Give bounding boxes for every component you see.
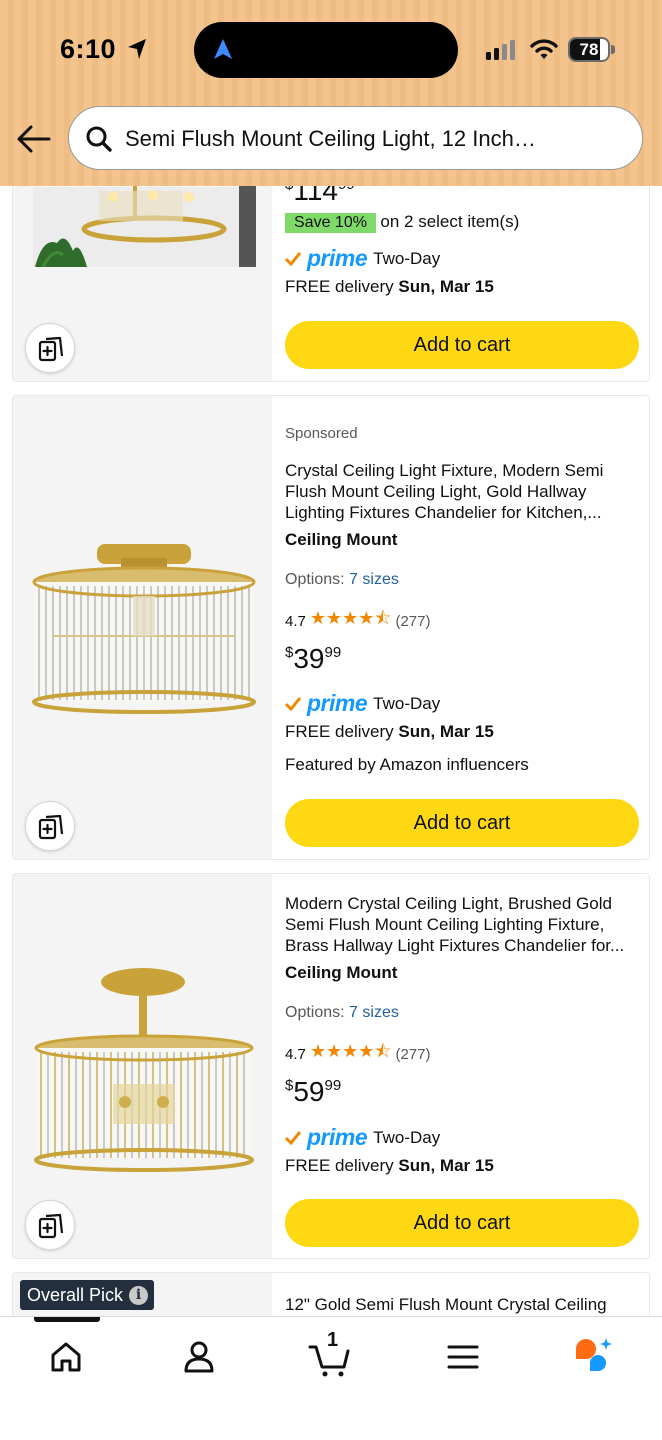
add-to-cart-button[interactable]: Add to cart bbox=[285, 799, 639, 847]
search-input[interactable]: Semi Flush Mount Ceiling Light, 12 Inch… bbox=[68, 106, 643, 170]
search-icon bbox=[86, 126, 112, 152]
product-title[interactable]: 12" Gold Semi Flush Mount Crystal Ceilin… bbox=[285, 1294, 625, 1315]
featured-label: Featured by Amazon influencers bbox=[285, 755, 529, 774]
product-options: Options: 7 sizes bbox=[285, 1004, 399, 1021]
prime-logo: prime bbox=[307, 1124, 368, 1150]
product-card[interactable]: Modern Crystal Ceiling Light, Brushed Go… bbox=[12, 873, 650, 1259]
prime-check-icon bbox=[285, 696, 301, 711]
wifi-icon bbox=[530, 39, 558, 59]
signal-icon bbox=[486, 40, 515, 60]
info-icon[interactable]: i bbox=[129, 1285, 149, 1305]
similar-items-icon bbox=[38, 814, 64, 840]
add-to-cart-button[interactable]: Add to cart bbox=[285, 1199, 639, 1247]
product-card[interactable]: Sponsored Crystal Ceiling Light Fixture,… bbox=[12, 395, 650, 860]
review-count: (277) bbox=[395, 612, 431, 630]
navigation-arrow-icon bbox=[214, 39, 232, 59]
add-to-cart-button[interactable]: Add to cart bbox=[285, 321, 639, 369]
product-options: Options: 7 sizes bbox=[285, 571, 399, 588]
product-price: $5999 bbox=[285, 1076, 342, 1107]
prime-speed: Two-Day bbox=[373, 693, 441, 713]
app-header: 6:10 78 Semi Flush Mount Ceiling Light, … bbox=[0, 0, 662, 186]
rating-row[interactable]: 4.7 ★★★★⯪ (277) bbox=[285, 606, 430, 636]
status-time: 6:10 bbox=[60, 34, 117, 64]
search-query: Semi Flush Mount Ceiling Light, 12 Inch… bbox=[125, 126, 536, 151]
overall-pick-badge: Overall Pick i bbox=[20, 1280, 155, 1310]
prime-row: prime Two-Day bbox=[285, 690, 440, 717]
star-rating-icon: ★★★★⯪ bbox=[309, 608, 392, 628]
prime-check-icon bbox=[285, 1130, 301, 1145]
rating-value: 4.7 bbox=[285, 612, 306, 630]
prime-speed: Two-Day bbox=[373, 248, 441, 268]
savings-row: Save 10% on 2 select item(s) bbox=[285, 212, 519, 233]
options-link[interactable]: 7 sizes bbox=[349, 1004, 399, 1021]
battery-percent: 78 bbox=[579, 40, 599, 59]
product-title[interactable]: Modern Crystal Ceiling Light, Brushed Go… bbox=[285, 893, 625, 956]
bottom-navigation: 1 bbox=[0, 1316, 662, 1440]
star-rating-icon: ★★★★⯪ bbox=[309, 1041, 392, 1061]
view-similar-button[interactable] bbox=[25, 1200, 75, 1250]
menu-icon[interactable] bbox=[441, 1335, 485, 1379]
prime-speed: Two-Day bbox=[373, 1127, 441, 1147]
prime-row: prime Two-Day bbox=[285, 1124, 440, 1151]
rating-value: 4.7 bbox=[285, 1045, 306, 1063]
product-image-area[interactable] bbox=[13, 396, 272, 859]
cart-nav-button[interactable]: 1 bbox=[308, 1329, 352, 1379]
account-icon[interactable] bbox=[177, 1335, 221, 1379]
options-link[interactable]: 7 sizes bbox=[349, 571, 399, 588]
battery-icon: 78 bbox=[568, 37, 616, 62]
home-icon[interactable] bbox=[44, 1335, 88, 1379]
location-arrow-icon bbox=[128, 39, 146, 59]
product-price: $3999 bbox=[285, 643, 342, 674]
prime-row: prime Two-Day bbox=[285, 245, 440, 272]
view-similar-button[interactable] bbox=[25, 323, 75, 373]
rufus-icon[interactable] bbox=[572, 1335, 616, 1379]
similar-items-icon bbox=[38, 336, 64, 362]
prime-logo: prime bbox=[307, 690, 368, 716]
active-tab-indicator bbox=[34, 1317, 100, 1322]
review-count: (277) bbox=[395, 1045, 431, 1063]
save-text: on 2 select item(s) bbox=[380, 212, 520, 231]
similar-items-icon bbox=[38, 1213, 64, 1239]
product-mount-type: Ceiling Mount bbox=[285, 530, 398, 549]
product-image-area[interactable] bbox=[13, 874, 272, 1258]
cart-count: 1 bbox=[327, 1329, 339, 1351]
view-similar-button[interactable] bbox=[25, 801, 75, 851]
save-badge: Save 10% bbox=[285, 213, 376, 233]
sponsored-label: Sponsored bbox=[285, 425, 358, 442]
product-image[interactable] bbox=[13, 396, 272, 860]
delivery-info: FREE delivery Sun, Mar 15 bbox=[285, 277, 494, 296]
delivery-info: FREE delivery Sun, Mar 15 bbox=[285, 722, 494, 741]
product-title[interactable]: Crystal Ceiling Light Fixture, Modern Se… bbox=[285, 460, 625, 523]
delivery-info: FREE delivery Sun, Mar 15 bbox=[285, 1156, 494, 1175]
back-arrow-icon[interactable] bbox=[16, 124, 52, 154]
prime-check-icon bbox=[285, 251, 301, 266]
prime-logo: prime bbox=[307, 245, 368, 271]
rating-row[interactable]: 4.7 ★★★★⯪ (277) bbox=[285, 1039, 430, 1069]
product-mount-type: Ceiling Mount bbox=[285, 963, 398, 982]
